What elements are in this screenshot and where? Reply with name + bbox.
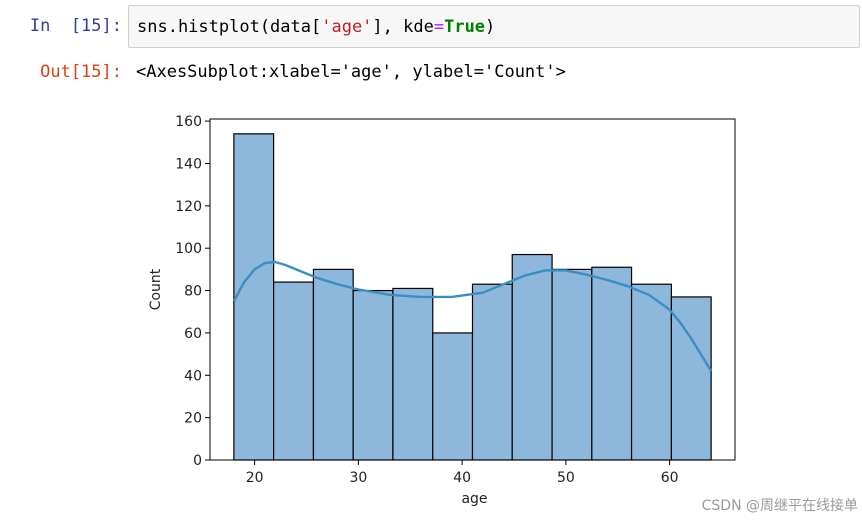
y-tick-label: 100 [175,241,202,257]
histogram-bar [233,133,275,461]
histogram-bar [670,296,712,461]
histogram-bar [591,266,633,461]
watermark: CSDN @周继平在线接单 [701,498,858,514]
histogram-bar [471,283,513,461]
histogram-bar [551,268,593,461]
y-tick-label: 160 [175,114,202,130]
histogram-bar [352,289,394,461]
x-tick-label: 60 [661,470,679,486]
x-tick-label: 30 [349,470,367,486]
y-tick-label: 60 [184,326,202,342]
histogram-bar [392,287,434,461]
x-axis-label: age [461,491,487,507]
y-tick-label: 0 [193,453,202,469]
y-tick-label: 140 [175,156,202,172]
x-tick-label: 50 [557,470,575,486]
histogram-bar [630,283,672,461]
histogram-chart: 0 20 40 60 80 100 120 140 160 20 30 40 50 60 age Count [148,114,736,507]
histogram-bar [273,281,315,461]
histogram-bar [312,268,354,461]
y-tick-label: 40 [184,368,202,384]
x-tick-label: 40 [453,470,471,486]
x-tick-label: 20 [246,470,264,486]
histogram-bar [511,253,553,461]
y-tick-label: 20 [184,411,202,427]
y-tick-label: 120 [175,199,202,215]
y-tick-label: 80 [184,284,202,300]
histogram-bar [432,332,474,461]
y-axis-label: Count [148,268,164,310]
